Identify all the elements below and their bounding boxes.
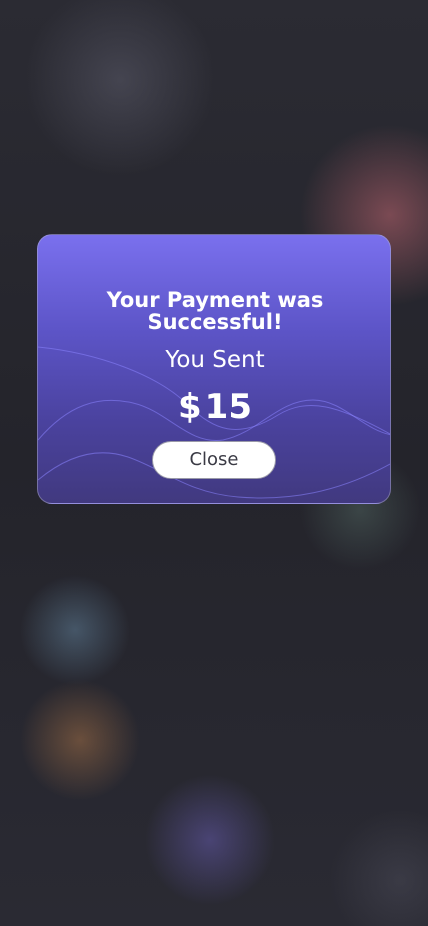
payment-amount: $15: [38, 387, 390, 427]
payment-success-modal: Your Payment was Successful! You Sent $1…: [37, 234, 391, 504]
modal-subtitle: You Sent: [165, 347, 265, 373]
amount-value: 15: [204, 387, 252, 427]
currency-symbol: $: [178, 387, 202, 427]
close-button[interactable]: Close: [152, 441, 276, 479]
modal-title: Your Payment was Successful!: [106, 288, 324, 334]
